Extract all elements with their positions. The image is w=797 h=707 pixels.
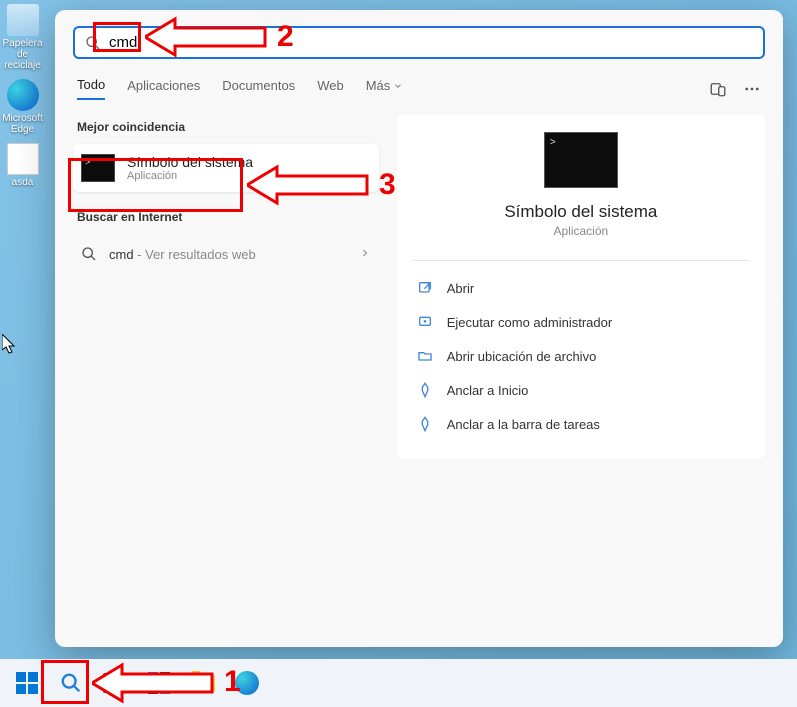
desktop-icons: Papelera de reciclaje Microsoft Edge asd… <box>0 0 45 192</box>
web-query: cmd <box>109 247 134 262</box>
search-icon <box>85 35 101 51</box>
result-subtitle: Aplicación <box>127 170 253 182</box>
shield-icon <box>417 314 433 330</box>
taskbar-edge-button[interactable] <box>228 664 266 702</box>
search-box[interactable] <box>73 26 765 59</box>
windows-logo-icon <box>16 672 38 694</box>
tab-documents[interactable]: Documentos <box>222 78 295 99</box>
desktop-icon-doc[interactable]: asda <box>0 139 45 192</box>
action-label: Ejecutar como administrador <box>447 315 612 330</box>
preview-subtitle: Aplicación <box>554 224 609 238</box>
edge-icon <box>7 79 39 111</box>
taskbar-explorer-button[interactable] <box>184 664 222 702</box>
text-document-icon <box>7 143 39 175</box>
tab-more-label: Más <box>366 78 391 93</box>
best-match-result[interactable]: Símbolo del sistema Aplicación <box>73 144 379 192</box>
taskbar <box>0 659 797 707</box>
tab-all[interactable]: Todo <box>77 77 105 100</box>
search-panel: Todo Aplicaciones Documentos Web Más Mej… <box>55 10 783 647</box>
open-icon <box>417 280 433 296</box>
action-label: Anclar a la barra de tareas <box>447 417 600 432</box>
action-pin-taskbar[interactable]: Anclar a la barra de tareas <box>413 407 749 441</box>
edge-icon <box>235 671 259 695</box>
action-pin-start[interactable]: Anclar a Inicio <box>413 373 749 407</box>
phone-link-icon[interactable] <box>709 80 727 98</box>
web-result[interactable]: cmd - Ver resultados web <box>73 234 379 274</box>
search-tabs: Todo Aplicaciones Documentos Web Más <box>77 77 761 100</box>
action-open[interactable]: Abrir <box>413 271 749 305</box>
taskbar-taskview-button[interactable] <box>96 664 134 702</box>
chevron-right-icon <box>359 247 371 262</box>
results-column: Mejor coincidencia Símbolo del sistema A… <box>73 114 379 459</box>
chevron-down-icon <box>393 81 403 91</box>
web-heading: Buscar en Internet <box>77 210 375 224</box>
preview-title: Símbolo del sistema <box>504 202 657 222</box>
taskbar-search-button[interactable] <box>52 664 90 702</box>
action-label: Abrir ubicación de archivo <box>447 349 597 364</box>
preview-pane: Símbolo del sistema Aplicación Abrir Eje… <box>397 114 765 459</box>
recycle-bin-icon <box>7 4 39 36</box>
folder-icon <box>191 674 215 692</box>
pin-icon <box>417 382 433 398</box>
taskbar-widgets-button[interactable] <box>140 664 178 702</box>
result-title: Símbolo del sistema <box>127 154 253 170</box>
desktop-icon-recycle[interactable]: Papelera de reciclaje <box>0 0 45 75</box>
action-label: Abrir <box>447 281 474 296</box>
more-icon[interactable] <box>743 80 761 98</box>
cmd-icon <box>544 132 618 188</box>
pin-icon <box>417 416 433 432</box>
tab-apps[interactable]: Aplicaciones <box>127 78 200 99</box>
desktop-icon-label: Microsoft Edge <box>2 113 43 135</box>
taskview-icon <box>103 673 127 693</box>
search-input[interactable] <box>109 34 753 51</box>
tab-more[interactable]: Más <box>366 78 404 99</box>
start-button[interactable] <box>8 664 46 702</box>
search-icon <box>81 246 97 262</box>
web-sub: - Ver resultados web <box>134 247 256 262</box>
action-label: Anclar a Inicio <box>447 383 529 398</box>
cmd-icon <box>81 154 115 182</box>
desktop-icon-label: asda <box>12 177 34 188</box>
divider <box>413 260 749 261</box>
desktop-icon-label: Papelera de reciclaje <box>2 38 43 71</box>
cursor-icon <box>2 334 16 354</box>
search-icon <box>60 672 82 694</box>
action-admin[interactable]: Ejecutar como administrador <box>413 305 749 339</box>
folder-icon <box>417 348 433 364</box>
widgets-icon <box>148 672 170 694</box>
desktop-icon-edge[interactable]: Microsoft Edge <box>0 75 45 139</box>
action-location[interactable]: Abrir ubicación de archivo <box>413 339 749 373</box>
tab-web[interactable]: Web <box>317 78 344 99</box>
best-match-heading: Mejor coincidencia <box>77 120 375 134</box>
